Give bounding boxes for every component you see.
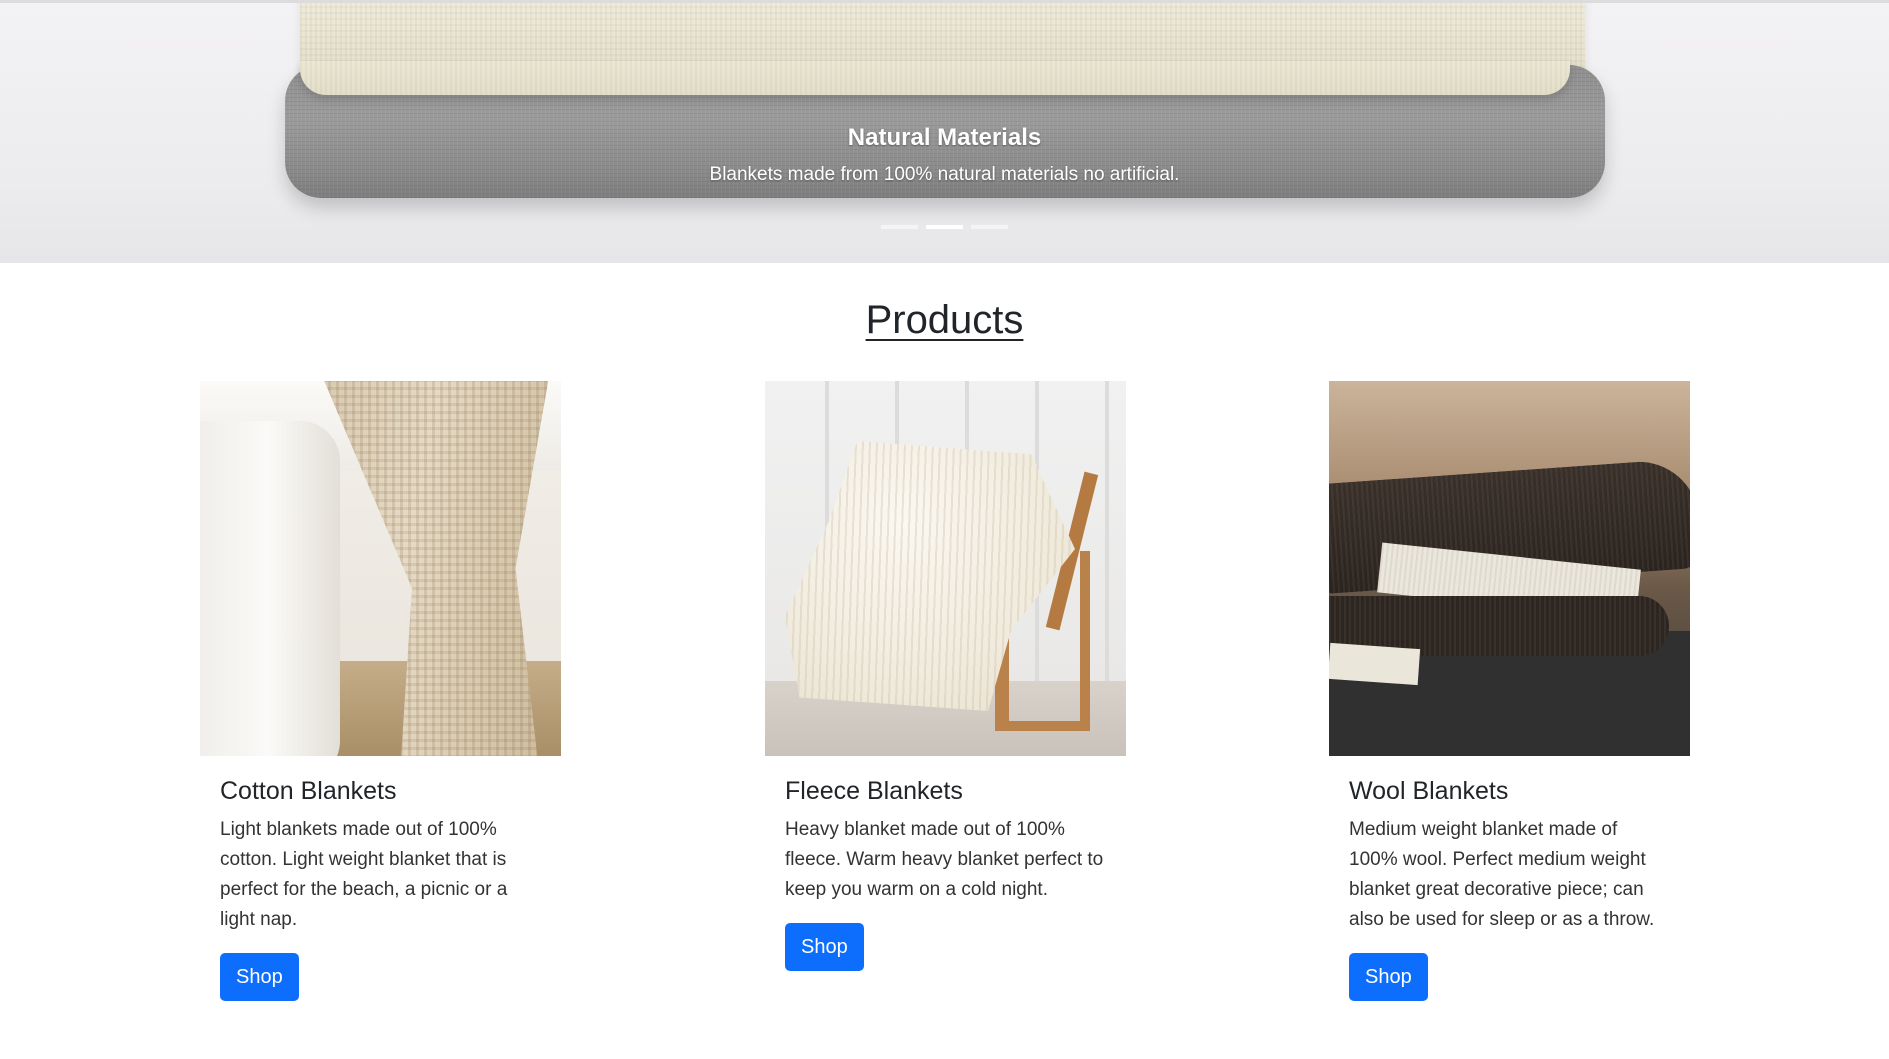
product-card-wool: Wool Blankets Medium weight blanket made… [1329,381,1690,1001]
carousel-caption: Natural Materials Blankets made from 100… [0,123,1889,187]
carousel-indicators [0,225,1889,229]
shop-button-fleece[interactable]: Shop [785,923,864,971]
product-image-wool [1329,381,1690,756]
carousel-caption-text: Blankets made from 100% natural material… [709,164,1180,185]
product-title: Wool Blankets [1349,777,1509,805]
shop-button-cotton[interactable]: Shop [220,953,299,1001]
product-image-fleece [765,381,1126,756]
product-title: Cotton Blankets [220,777,397,805]
product-description: Light blankets made out of 100% cotton. … [220,819,508,930]
product-description: Heavy blanket made out of 100% fleece. W… [785,819,1104,900]
carousel-image-cream-blanket-fold [300,61,1570,95]
products-heading: Products [865,298,1024,342]
carousel-indicator-1[interactable] [881,225,918,229]
carousel-indicator-2[interactable] [926,225,963,229]
carousel-caption-title: Natural Materials [847,124,1042,151]
product-card-fleece: Fleece Blankets Heavy blanket made out o… [765,381,1126,971]
carousel-indicator-3[interactable] [971,225,1008,229]
product-title: Fleece Blankets [785,777,963,805]
product-image-cotton [200,381,561,756]
product-description: Medium weight blanket made of 100% wool.… [1349,819,1655,930]
product-card-cotton: Cotton Blankets Light blankets made out … [200,381,561,1001]
hero-carousel[interactable]: Natural Materials Blankets made from 100… [0,3,1889,263]
shop-button-wool[interactable]: Shop [1349,953,1428,1001]
